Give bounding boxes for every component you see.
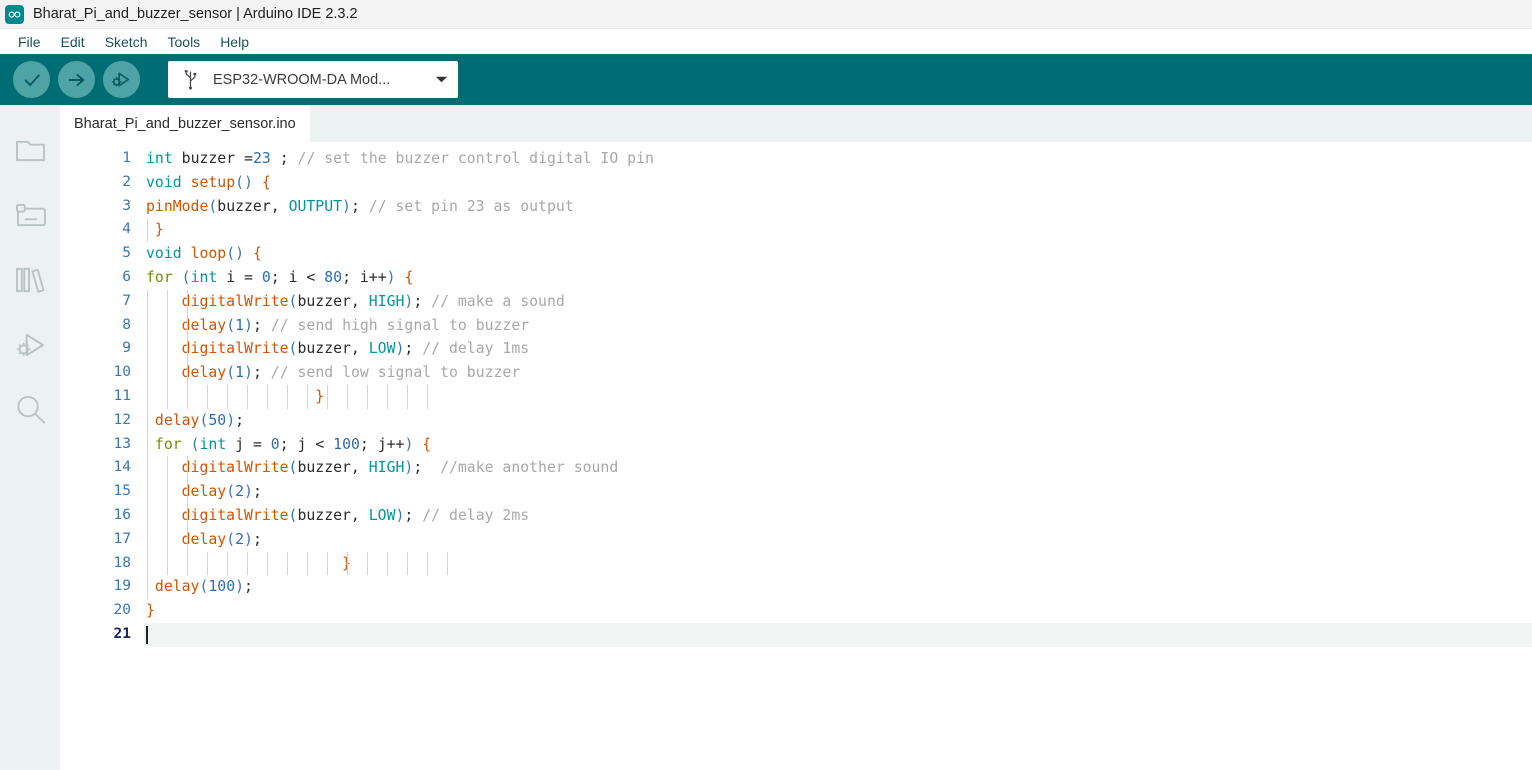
- code-line-19[interactable]: delay(100);: [144, 575, 1532, 600]
- sidebar-item-search[interactable]: [6, 377, 54, 442]
- line-number: 15: [113, 483, 131, 500]
- line-number: 13: [113, 435, 131, 452]
- code-line-9[interactable]: digitalWrite(buzzer, LOW); // delay 1ms: [144, 337, 1532, 362]
- line-number: 14: [113, 459, 131, 476]
- library-icon: [15, 266, 46, 294]
- line-number: 17: [113, 530, 131, 547]
- line-number: 19: [113, 578, 131, 595]
- line-number: 4: [122, 221, 131, 238]
- line-number: 2: [122, 173, 131, 190]
- menu-item-help[interactable]: Help: [210, 32, 259, 52]
- code-line-17[interactable]: delay(2);: [144, 527, 1532, 552]
- board-selector-value: ESP32-WROOM-DA Mod...: [213, 71, 391, 88]
- code-line-21[interactable]: [144, 622, 1532, 647]
- debug-play-icon: [15, 331, 46, 359]
- code-line-15[interactable]: delay(2);: [144, 480, 1532, 504]
- search-icon: [15, 394, 46, 425]
- usb-icon: [182, 69, 199, 90]
- line-number: 9: [122, 340, 131, 357]
- checkmark-icon: [21, 69, 43, 91]
- code-line-6[interactable]: for (int i = 0; i < 80; i++) {: [144, 266, 1532, 290]
- line-number: 18: [113, 554, 131, 571]
- menu-item-sketch[interactable]: Sketch: [95, 32, 158, 52]
- verify-button[interactable]: [13, 61, 50, 98]
- line-number: 11: [113, 387, 131, 404]
- editor-tab-sketch[interactable]: Bharat_Pi_and_buzzer_sensor.ino: [60, 105, 310, 142]
- code-line-12[interactable]: delay(50);: [144, 408, 1532, 433]
- activity-bar: [0, 105, 60, 770]
- menu-item-tools[interactable]: Tools: [158, 32, 211, 52]
- sidebar-item-boards-manager[interactable]: [6, 182, 54, 247]
- code-line-3[interactable]: pinMode(buzzer, OUTPUT); // set pin 23 a…: [144, 195, 1532, 219]
- sidebar-item-debug[interactable]: [6, 312, 54, 377]
- line-number: 16: [113, 506, 131, 523]
- arduino-infinity-icon: [5, 4, 24, 24]
- code-line-14[interactable]: digitalWrite(buzzer, HIGH); //make anoth…: [144, 456, 1532, 481]
- text-cursor: [146, 625, 148, 644]
- code-line-4[interactable]: }: [144, 218, 1532, 243]
- menu-item-edit[interactable]: Edit: [51, 32, 95, 52]
- debug-button[interactable]: [103, 61, 140, 98]
- line-number: 5: [122, 245, 131, 262]
- line-number: 6: [122, 268, 131, 285]
- main-toolbar: ESP32-WROOM-DA Mod...: [0, 54, 1532, 105]
- line-number: 8: [122, 316, 131, 333]
- code-line-8[interactable]: delay(1); // send high signal to buzzer: [144, 313, 1532, 338]
- title-bar: Bharat_Pi_and_buzzer_sensor | Arduino ID…: [0, 0, 1532, 29]
- code-line-5[interactable]: void loop() {: [144, 242, 1532, 266]
- menu-item-file[interactable]: File: [8, 32, 51, 52]
- code-line-13[interactable]: for (int j = 0; j < 100; j++) {: [144, 432, 1532, 457]
- code-line-20[interactable]: }: [144, 599, 1532, 623]
- code-line-11[interactable]: }: [144, 384, 1532, 409]
- line-number: 3: [122, 197, 131, 214]
- code-line-18[interactable]: }: [144, 551, 1532, 576]
- code-line-1[interactable]: int buzzer =23 ; // set the buzzer contr…: [144, 147, 1532, 171]
- arrow-right-icon: [66, 69, 88, 91]
- code-line-2[interactable]: void setup() {: [144, 171, 1532, 195]
- chevron-down-icon[interactable]: [435, 75, 448, 84]
- board-selector[interactable]: ESP32-WROOM-DA Mod...: [168, 61, 458, 98]
- editor-area: Bharat_Pi_and_buzzer_sensor.ino 1 2 3 4 …: [60, 105, 1532, 770]
- folder-icon: [15, 136, 46, 163]
- code-editor[interactable]: 1 2 3 4 5 6 7 8 9 10 11 12 13 14 15 16 1…: [60, 142, 1532, 770]
- line-number: 10: [113, 364, 131, 381]
- code-lines[interactable]: int buzzer =23 ; // set the buzzer contr…: [144, 142, 1532, 770]
- code-line-10[interactable]: delay(1); // send low signal to buzzer: [144, 361, 1532, 385]
- line-number: 1: [122, 150, 131, 166]
- editor-tab-label: Bharat_Pi_and_buzzer_sensor.ino: [74, 115, 296, 132]
- line-number: 7: [122, 292, 131, 309]
- line-number: 12: [113, 411, 131, 428]
- line-number: 20: [113, 602, 131, 619]
- boards-manager-icon: [15, 201, 46, 228]
- code-line-7[interactable]: digitalWrite(buzzer, HIGH); // make a so…: [144, 289, 1532, 314]
- sidebar-item-library-manager[interactable]: [6, 247, 54, 312]
- upload-button[interactable]: [58, 61, 95, 98]
- menu-bar: File Edit Sketch Tools Help: [0, 29, 1532, 54]
- code-line-16[interactable]: digitalWrite(buzzer, LOW); // delay 2ms: [144, 503, 1532, 528]
- line-number-gutter: 1 2 3 4 5 6 7 8 9 10 11 12 13 14 15 16 1…: [60, 142, 144, 770]
- workbench: Bharat_Pi_and_buzzer_sensor.ino 1 2 3 4 …: [0, 105, 1532, 770]
- debug-icon: [110, 68, 133, 91]
- sidebar-item-sketchbook[interactable]: [6, 117, 54, 182]
- editor-tab-bar: Bharat_Pi_and_buzzer_sensor.ino: [60, 105, 1532, 142]
- window-title: Bharat_Pi_and_buzzer_sensor | Arduino ID…: [33, 6, 358, 22]
- line-number-active: 21: [113, 625, 131, 642]
